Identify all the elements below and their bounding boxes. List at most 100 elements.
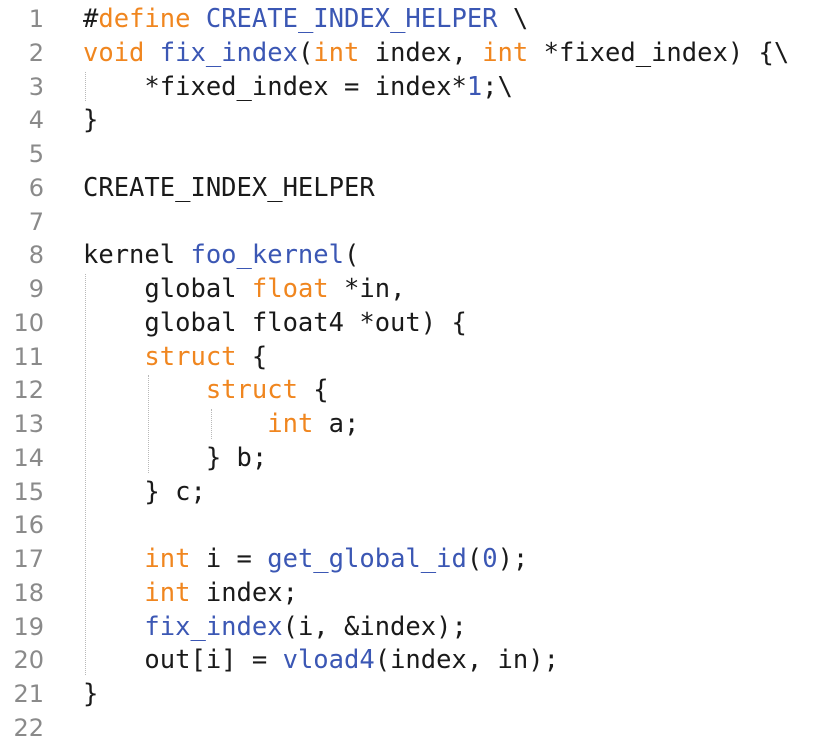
- code-token: \: [497, 4, 529, 34]
- code-text: CREATE_INDEX_HELPER: [83, 171, 375, 205]
- line-number: 5: [28, 140, 44, 168]
- code-token: ;\: [482, 71, 513, 102]
- code-text: }: [83, 103, 98, 137]
- line-number: 2: [28, 38, 44, 67]
- code-line[interactable]: 9 global float *in,: [0, 272, 840, 306]
- code-line[interactable]: 13 int a;: [0, 407, 840, 441]
- code-token: index,: [359, 37, 483, 68]
- line-number: 6: [28, 173, 44, 202]
- code-token: 1: [466, 71, 483, 102]
- code-line[interactable]: 16: [0, 508, 840, 542]
- line-number: 12: [13, 376, 44, 405]
- code-token: kernel: [83, 240, 191, 271]
- code-token: CREATE_INDEX_HELPER: [83, 172, 375, 203]
- code-line[interactable]: 18 int index;: [0, 576, 840, 610]
- code-token: *fixed_index = index*: [83, 71, 467, 102]
- code-token: int: [144, 544, 191, 574]
- code-line[interactable]: 6 CREATE_INDEX_HELPER: [0, 171, 840, 205]
- code-line[interactable]: 8 kernel foo_kernel(: [0, 238, 840, 272]
- code-text: struct {: [83, 373, 329, 407]
- line-number: 17: [13, 545, 44, 573]
- code-text: } b;: [83, 441, 267, 475]
- code-token: int: [267, 409, 314, 439]
- line-number: 9: [28, 275, 44, 303]
- code-text: }: [83, 677, 98, 711]
- line-number: 10: [13, 308, 44, 337]
- code-text: void fix_index(int index, int *fixed_ind…: [83, 36, 789, 70]
- line-number: 18: [13, 578, 44, 607]
- code-token: global: [83, 274, 252, 304]
- line-number: 1: [28, 5, 44, 33]
- code-token: foo_kernel: [190, 240, 344, 271]
- code-token: (i, &index);: [282, 611, 467, 642]
- code-text: *fixed_index = index*1;\: [83, 70, 513, 104]
- code-token: 0: [482, 544, 498, 574]
- code-token: (: [297, 37, 314, 68]
- code-text: int i = get_global_id(0);: [83, 542, 528, 576]
- code-token: (: [344, 240, 360, 271]
- code-editor[interactable]: 1 #define CREATE_INDEX_HELPER \ 2 void fix_…: [0, 0, 840, 746]
- code-line[interactable]: 3 *fixed_index = index*1;\: [0, 70, 840, 104]
- code-token: } c;: [83, 476, 206, 507]
- code-token: index;: [190, 577, 298, 608]
- code-token: (index, in);: [374, 645, 559, 676]
- code-line[interactable]: 20 out[i] = vload4(index, in);: [0, 643, 840, 677]
- code-line[interactable]: 21}: [0, 677, 840, 711]
- line-number: 20: [13, 646, 44, 675]
- line-number: 16: [13, 511, 44, 540]
- line-number: 11: [13, 342, 44, 371]
- code-token: float: [251, 274, 329, 304]
- code-token: }: [83, 679, 99, 709]
- code-token: int: [313, 37, 360, 68]
- code-line[interactable]: 7: [0, 205, 840, 239]
- code-text: int a;: [83, 407, 359, 441]
- code-token: *fixed_index) {\: [528, 37, 790, 68]
- code-token: } b;: [83, 442, 268, 473]
- code-line[interactable]: 14 } b;: [0, 441, 840, 475]
- code-text: } c;: [83, 475, 206, 509]
- line-number: 14: [13, 443, 44, 472]
- code-line[interactable]: 12 struct {: [0, 373, 840, 407]
- code-token: struct: [205, 375, 298, 406]
- line-number: 22: [13, 713, 44, 742]
- code-token: get_global_id: [267, 544, 467, 574]
- line-number: 21: [13, 680, 44, 708]
- code-token: #: [83, 4, 99, 34]
- code-line[interactable]: 10 global float4 *out) {: [0, 306, 840, 340]
- code-line[interactable]: 19 fix_index(i, &index);: [0, 610, 840, 644]
- code-token: (: [466, 544, 483, 574]
- code-line[interactable]: 11 struct {: [0, 340, 840, 374]
- code-line[interactable]: 2 void fix_index(int index, int *fixed_in…: [0, 36, 840, 70]
- code-line[interactable]: 22: [0, 711, 840, 745]
- code-line[interactable]: 15 } c;: [0, 475, 840, 509]
- code-token: void: [83, 37, 145, 68]
- code-text: kernel foo_kernel(: [83, 238, 359, 272]
- line-number: 13: [13, 410, 44, 438]
- line-number: 8: [28, 241, 44, 270]
- code-token: }: [83, 105, 99, 136]
- code-line[interactable]: 1 #define CREATE_INDEX_HELPER \: [0, 2, 840, 36]
- code-text: out[i] = vload4(index, in);: [83, 643, 559, 677]
- code-token: int: [482, 37, 529, 68]
- line-number: 7: [28, 207, 44, 236]
- code-token: i =: [190, 544, 268, 574]
- code-line[interactable]: 17 int i = get_global_id(0);: [0, 542, 840, 576]
- code-token: int: [144, 577, 191, 608]
- code-text: global float4 *out) {: [83, 306, 467, 340]
- line-number: 4: [28, 106, 44, 135]
- code-token: global float4 *out) {: [83, 307, 467, 338]
- code-text: struct {: [83, 340, 267, 374]
- code-token: {: [297, 375, 329, 406]
- code-line[interactable]: 4}: [0, 103, 840, 137]
- code-token: define: [98, 4, 191, 34]
- line-number: 19: [13, 612, 44, 641]
- code-line[interactable]: 5: [0, 137, 840, 171]
- code-token: vload4: [282, 645, 375, 676]
